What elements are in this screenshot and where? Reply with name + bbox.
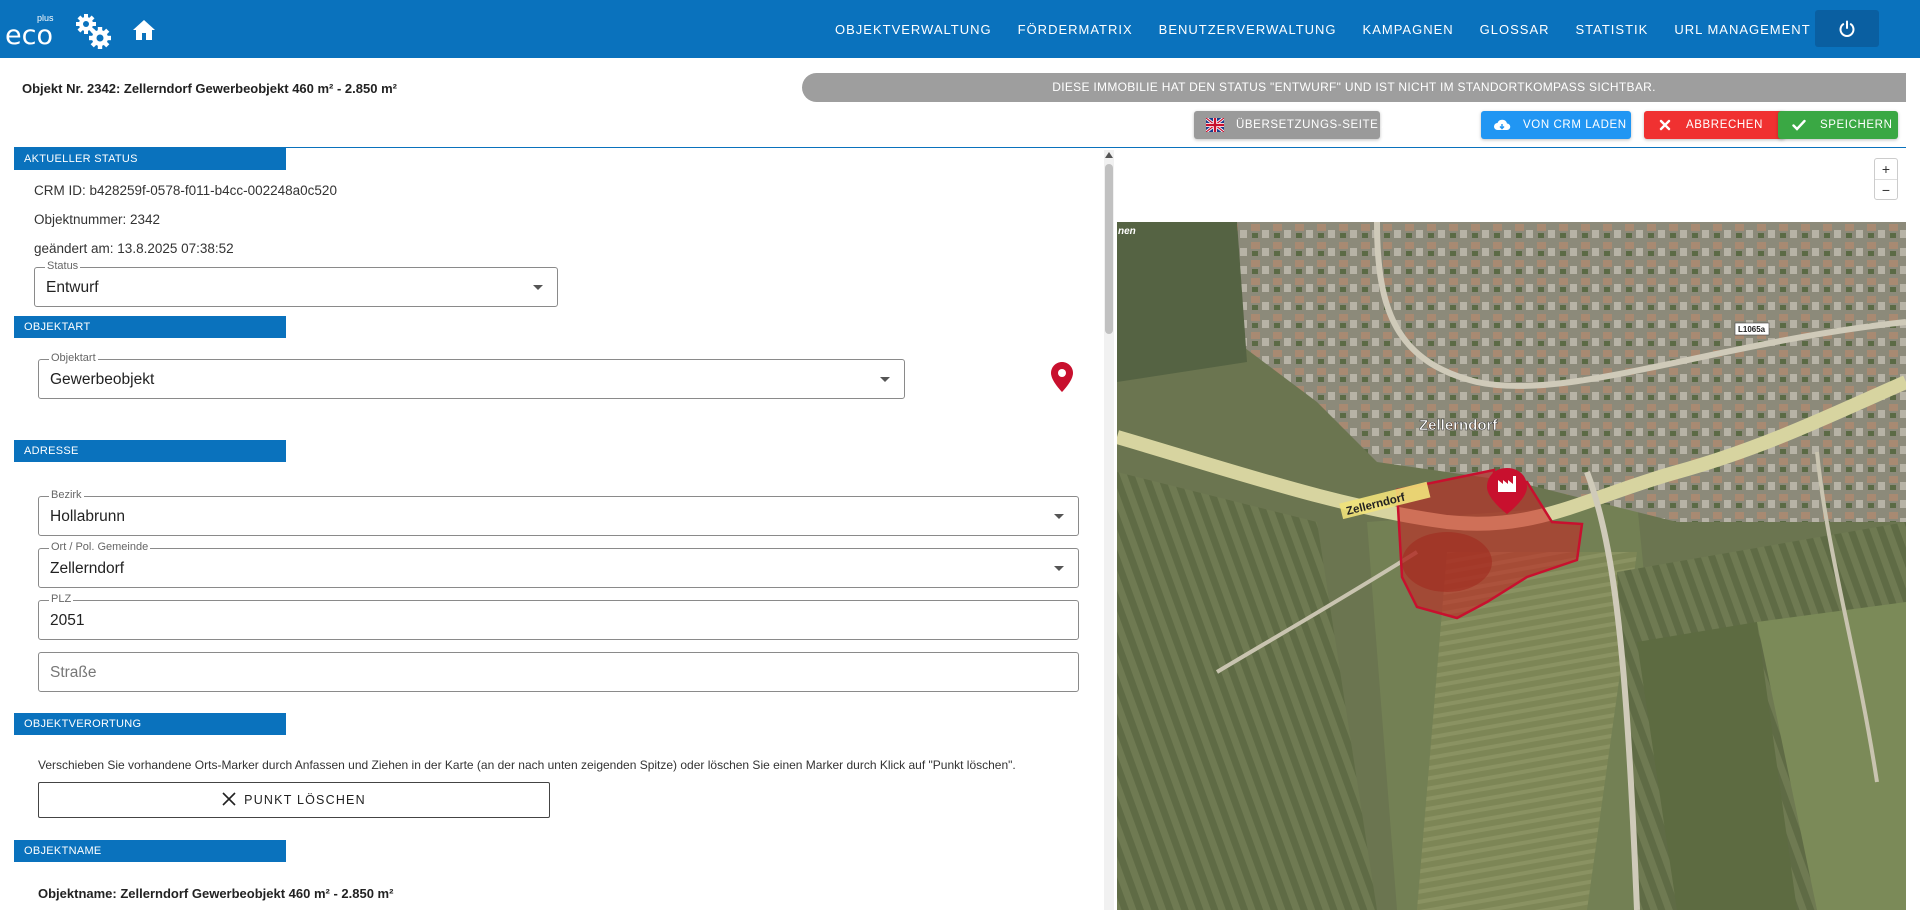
chevron-down-icon [1054,514,1064,519]
show-translation-button[interactable]: ÜBERSETZUNGS-SEITE ANZEIGEN [1194,111,1445,139]
show-translation-label: ÜBERSETZUNGS-SEITE ANZEIGEN [1236,119,1446,131]
ort-select-label: Ort / Pol. Gemeinde [49,541,151,553]
nav-objektverwaltung[interactable]: OBJEKTVERWALTUNG [835,22,992,37]
objektart-select-value: Gewerbeobjekt [50,371,155,388]
home-icon[interactable] [132,19,156,41]
crm-id-text: CRM ID: b428259f-0578-f011-b4cc-002248a0… [34,183,337,198]
cancel-button[interactable]: ABBRECHEN [1644,111,1785,139]
bezirk-select-value: Hollabrunn [50,508,125,525]
cloud-download-icon [1493,116,1511,134]
scroll-up-arrow-icon[interactable] [1105,152,1113,158]
save-button[interactable]: SPEICHERN [1778,111,1898,139]
map-pin-icon[interactable] [1051,362,1073,392]
plz-field[interactable]: PLZ 2051 [38,593,1079,640]
nav-kampagnen[interactable]: KAMPAGNEN [1363,22,1454,37]
map-town-label: Zellerndorf [1419,417,1498,434]
nav-statistik[interactable]: STATISTIK [1576,22,1649,37]
status-select-value: Entwurf [46,279,99,296]
main-nav: OBJEKTVERWALTUNG FÖRDERMATRIX BENUTZERVE… [835,0,1837,58]
aerial-map[interactable]: Zellerndorf Zellerndorf L1065a nen [1117,222,1906,910]
uk-flag-icon [1206,116,1224,134]
logout-button[interactable] [1815,10,1879,47]
zoom-in-button[interactable]: + [1875,159,1897,179]
section-objektverortung: OBJEKTVERORTUNG [14,713,286,735]
section-objektname: OBJEKTNAME [14,840,286,862]
delete-point-label: PUNKT LÖSCHEN [244,793,366,807]
load-from-crm-label: VON CRM LADEN [1523,119,1627,131]
logo-eco-text: eco [5,20,53,51]
top-navigation-bar: plus eco OBJEKTVERWALTUNG FÖRDERMATRIX B… [0,0,1920,58]
close-icon [222,791,236,809]
nav-benutzerverwaltung[interactable]: BENUTZERVERWALTUNG [1159,22,1337,37]
map-view[interactable]: Zellerndorf Zellerndorf L1065a nen [1117,150,1906,910]
header-divider [14,147,1906,148]
zoom-control: + − [1874,158,1898,200]
changed-at-text: geändert am: 13.8.2025 07:38:52 [34,241,234,256]
nav-url-management[interactable]: URL MANAGEMENT [1674,22,1810,37]
save-label: SPEICHERN [1820,119,1893,131]
cancel-label: ABBRECHEN [1686,119,1763,131]
check-icon [1790,116,1808,134]
bezirk-select[interactable]: Bezirk Hollabrunn [38,489,1079,536]
delete-point-button[interactable]: PUNKT LÖSCHEN [38,782,550,818]
close-icon [1656,116,1674,134]
nav-glossar[interactable]: GLOSSAR [1480,22,1550,37]
strasse-field[interactable]: Straße [38,652,1079,692]
objektart-select[interactable]: Objektart Gewerbeobjekt [38,352,905,399]
zoom-out-button[interactable]: − [1875,180,1897,200]
objektname-text: Objektname: Zellerndorf Gewerbeobjekt 46… [38,886,394,901]
objektart-select-label: Objektart [49,352,98,364]
nav-foerdermatrix[interactable]: FÖRDERMATRIX [1018,22,1133,37]
page-title: Objekt Nr. 2342: Zellerndorf Gewerbeobje… [22,81,397,96]
load-from-crm-button[interactable]: VON CRM LADEN [1481,111,1631,139]
power-icon [1839,20,1855,37]
chevron-down-icon [880,377,890,382]
chevron-down-icon [1054,566,1064,571]
ort-select-value: Zellerndorf [50,560,125,577]
map-road-code: L1065a [1738,325,1766,334]
status-select-label: Status [45,260,81,272]
marker-hint-text: Verschieben Sie vorhandene Orts-Marker d… [38,758,1016,772]
eco-plus-logo[interactable]: plus eco [5,8,65,51]
bezirk-select-label: Bezirk [49,489,84,501]
objektnummer-text: Objektnummer: 2342 [34,212,161,227]
status-banner: DIESE IMMOBILIE HAT DEN STATUS "ENTWURF"… [802,73,1906,102]
section-aktueller-status: AKTUELLER STATUS [14,148,286,170]
section-objektart: OBJEKTART [14,316,286,338]
gear-icon[interactable] [74,12,112,50]
form-scrollbar[interactable] [1104,150,1114,910]
plz-field-value: 2051 [50,612,85,629]
scroll-thumb[interactable] [1105,164,1113,334]
plz-field-label: PLZ [49,593,74,605]
ort-select[interactable]: Ort / Pol. Gemeinde Zellerndorf [38,541,1079,588]
chevron-down-icon [533,285,543,290]
section-adresse: ADRESSE [14,440,286,462]
map-edge-label: nen [1118,226,1136,237]
status-select[interactable]: Status Entwurf [34,260,558,307]
strasse-placeholder: Straße [50,664,97,681]
